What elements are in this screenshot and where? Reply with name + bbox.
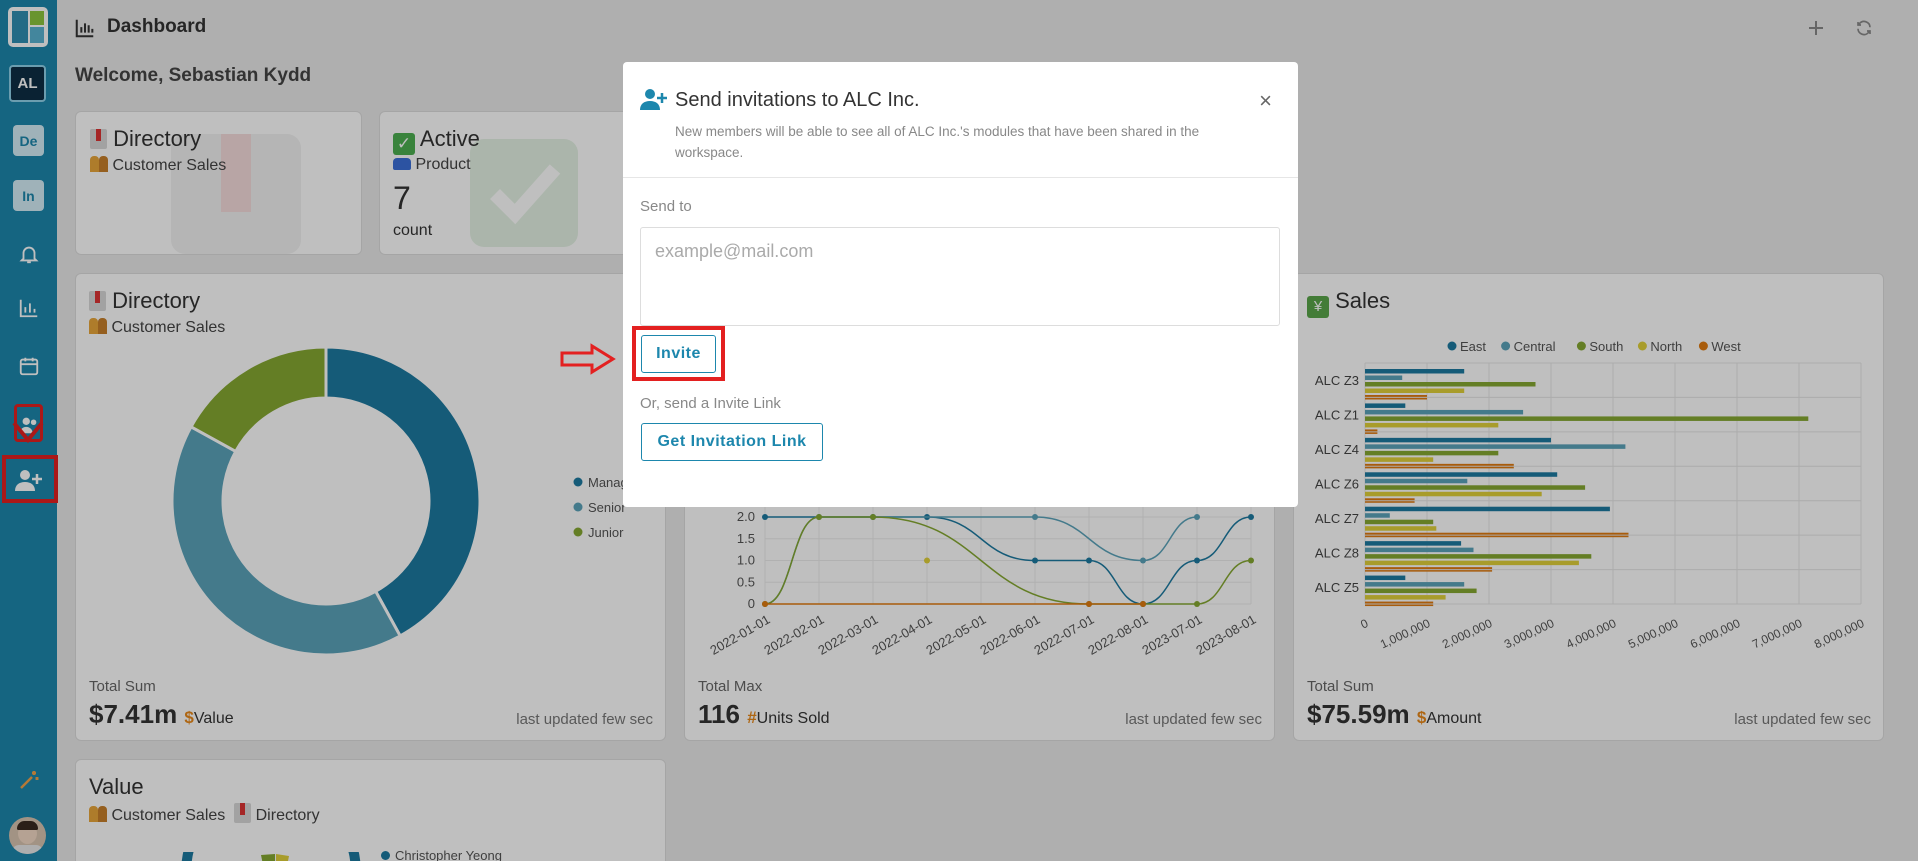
arrow-right-icon bbox=[560, 343, 616, 375]
send-to-label: Send to bbox=[640, 198, 692, 215]
modal-description: New members will be able to see all of A… bbox=[675, 124, 1200, 160]
modal-header: Send invitations to ALC Inc. New members… bbox=[623, 62, 1298, 178]
modal-title: Send invitations to ALC Inc. bbox=[675, 89, 920, 111]
invite-highlight bbox=[632, 326, 725, 381]
email-input[interactable] bbox=[640, 227, 1280, 326]
add-user-icon bbox=[640, 89, 667, 110]
get-invitation-link-button[interactable]: Get Invitation Link bbox=[641, 423, 823, 461]
or-invite-link-text: Or, send a Invite Link bbox=[640, 395, 781, 412]
close-icon[interactable]: × bbox=[1259, 88, 1272, 114]
invite-modal: Send invitations to ALC Inc. New members… bbox=[623, 62, 1298, 507]
